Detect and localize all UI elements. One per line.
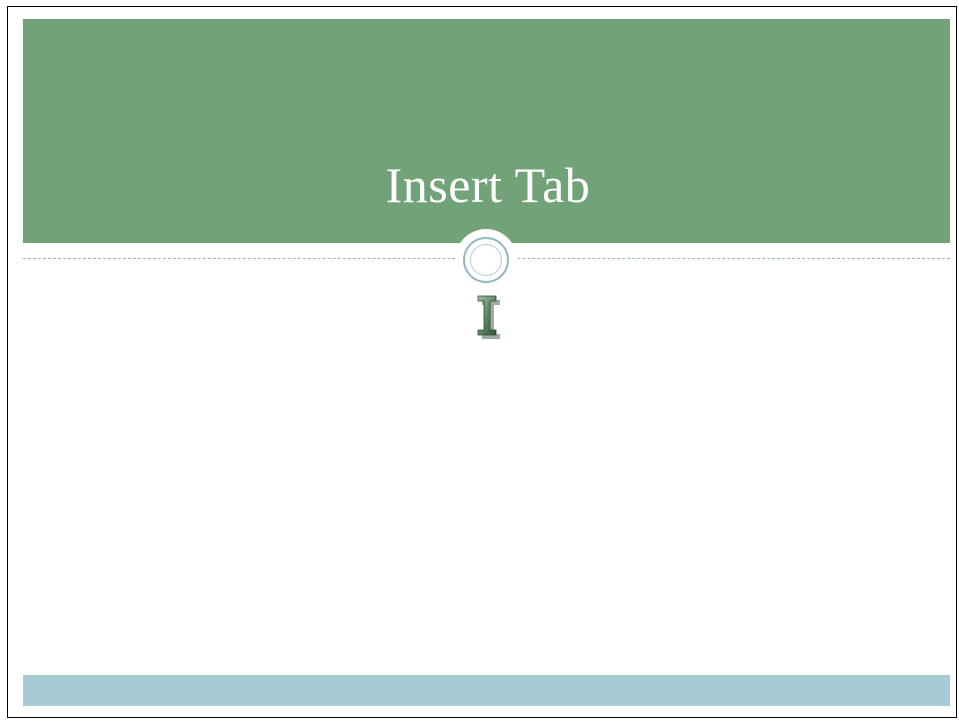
footer-band bbox=[23, 675, 950, 706]
slide-title[interactable]: Insert Tab bbox=[23, 150, 953, 220]
circle-ornament-inner bbox=[470, 244, 502, 276]
text-cursor-ibeam-icon bbox=[477, 295, 500, 339]
